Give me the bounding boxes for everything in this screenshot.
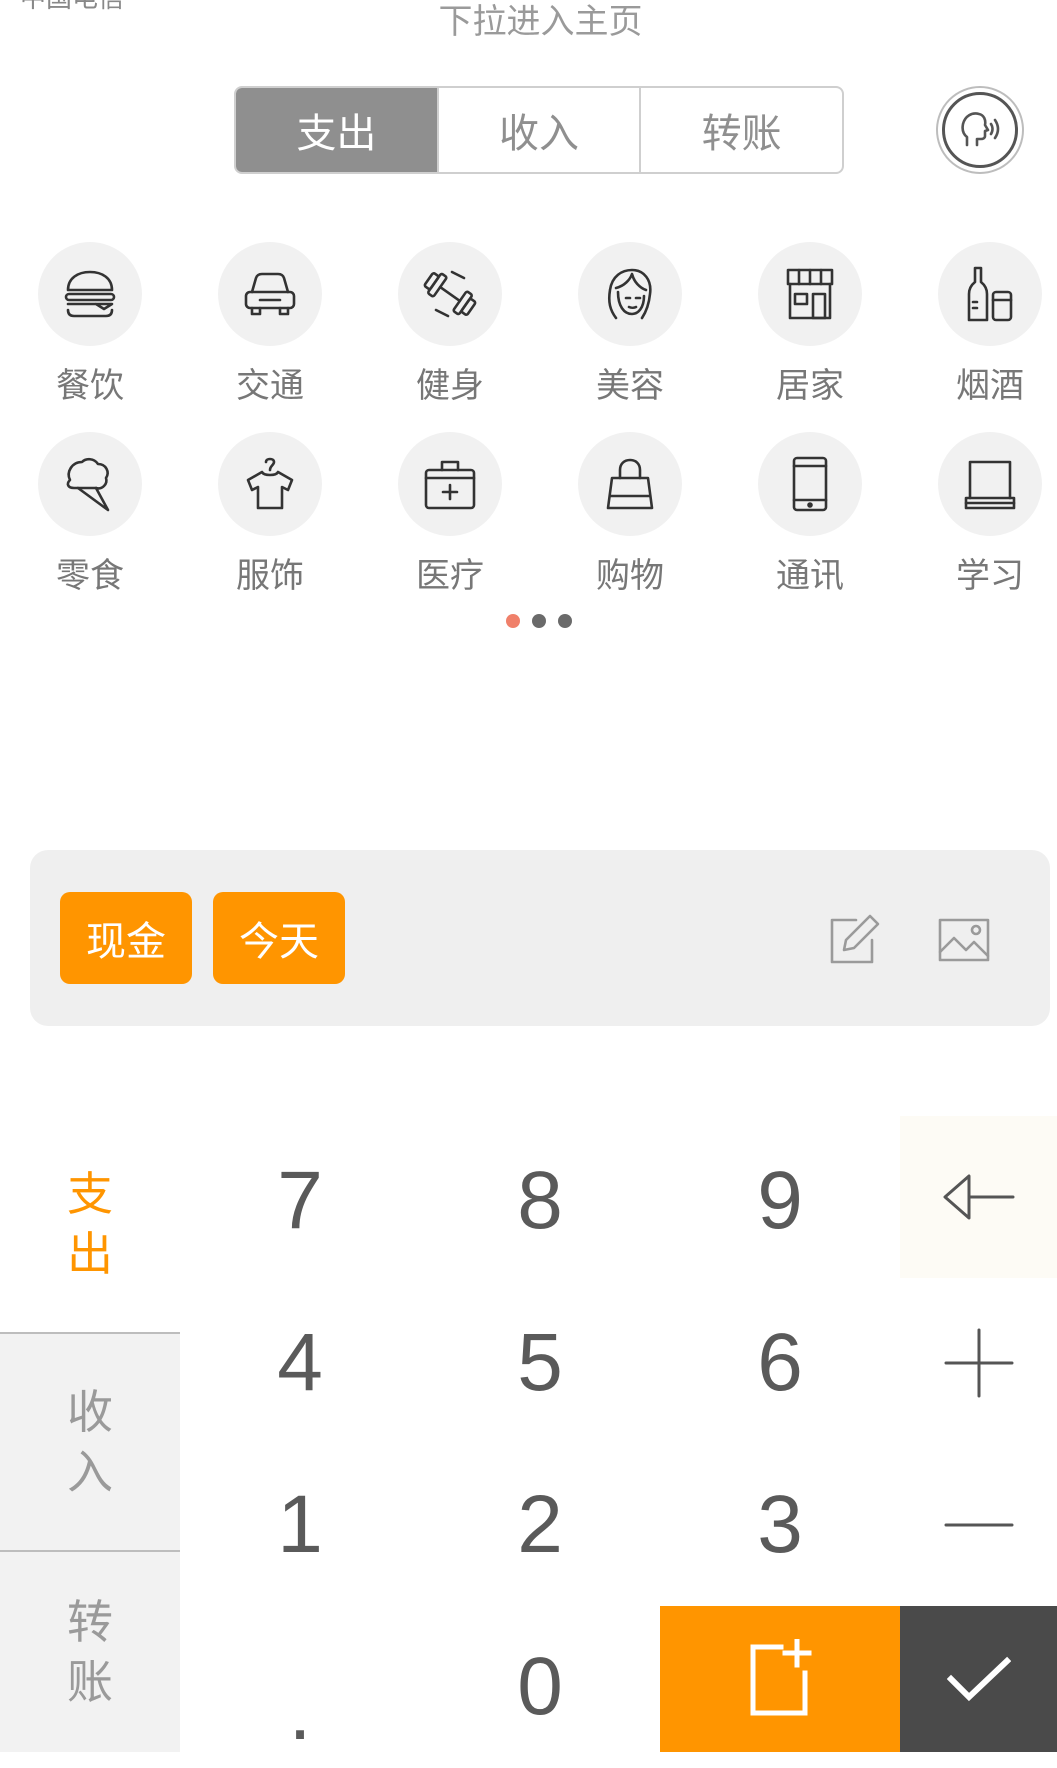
plus-icon: [944, 1328, 1013, 1398]
category-icon-circle: [218, 242, 322, 346]
keypad-tab-char: 收: [67, 1385, 113, 1439]
category-icon-circle: [218, 432, 322, 536]
category-label: 学习: [956, 556, 1024, 596]
note-button[interactable]: [826, 912, 882, 968]
add-another-icon: [750, 1639, 812, 1716]
house-store-icon: [786, 268, 834, 320]
backspace-key[interactable]: [900, 1116, 1057, 1278]
type-tabs: 支出 收入 转账: [234, 86, 844, 174]
photo-button[interactable]: [936, 912, 992, 968]
phone-icon: [792, 456, 828, 512]
category-icon-circle: [758, 432, 862, 536]
book-icon: [964, 460, 1016, 510]
confirm-button[interactable]: [900, 1606, 1057, 1752]
key-2[interactable]: 2: [420, 1444, 660, 1606]
keypad-tab-char: 出: [67, 1227, 113, 1281]
tab-transfer[interactable]: 转账: [639, 88, 842, 172]
key-decimal[interactable]: .: [180, 1606, 420, 1768]
keypad-tab-char: 转: [67, 1595, 113, 1649]
image-icon: [938, 918, 990, 962]
key-6[interactable]: 6: [660, 1282, 900, 1444]
minus-icon: [944, 1523, 1013, 1527]
category-icon-circle: [38, 242, 142, 346]
bottle-icon: [967, 266, 1013, 322]
category-label: 健身: [416, 366, 484, 406]
category-label: 美容: [596, 366, 664, 406]
dumbbell-icon: [423, 270, 477, 318]
shirt-hanger-icon: [246, 457, 294, 510]
key-5[interactable]: 5: [420, 1282, 660, 1444]
category-icon-circle: [398, 432, 502, 536]
minus-key[interactable]: [900, 1444, 1057, 1606]
category-label: 居家: [776, 366, 844, 406]
key-7[interactable]: 7: [180, 1120, 420, 1282]
category-label: 零食: [56, 556, 124, 596]
key-8[interactable]: 8: [420, 1120, 660, 1282]
category-icon-circle: [398, 242, 502, 346]
pull-down-hint: 下拉进入主页: [438, 2, 643, 42]
key-1[interactable]: 1: [180, 1444, 420, 1606]
voice-input-button[interactable]: [936, 86, 1024, 174]
category-medical[interactable]: 医疗: [375, 432, 525, 597]
category-tobacco-alcohol[interactable]: 烟酒: [915, 242, 1057, 407]
category-beauty[interactable]: 美容: [555, 242, 705, 407]
burger-icon: [64, 270, 116, 318]
category-pager: [506, 614, 572, 628]
car-icon: [244, 272, 296, 316]
category-telecom[interactable]: 通讯: [735, 432, 885, 597]
key-0[interactable]: 0: [420, 1606, 660, 1768]
checkmark-icon: [946, 1656, 1011, 1702]
account-chip[interactable]: 现金: [60, 892, 192, 984]
category-icon-circle: [758, 242, 862, 346]
key-3[interactable]: 3: [660, 1444, 900, 1606]
pager-dot[interactable]: [558, 614, 572, 628]
category-icon-circle: [578, 242, 682, 346]
keypad-tab-transfer[interactable]: 转 账: [0, 1550, 180, 1752]
keypad-tab-income[interactable]: 收 入: [0, 1332, 180, 1550]
plus-key[interactable]: [900, 1282, 1057, 1444]
key-9[interactable]: 9: [660, 1120, 900, 1282]
category-label: 烟酒: [956, 366, 1024, 406]
category-label: 通讯: [776, 556, 844, 596]
keypad-tab-expense[interactable]: 支 出: [0, 1116, 180, 1332]
medical-kit-icon: [424, 460, 476, 510]
category-label: 餐饮: [56, 366, 124, 406]
keypad-tab-char: 入: [67, 1445, 113, 1499]
pager-dot-active[interactable]: [506, 614, 520, 628]
category-transport[interactable]: 交通: [195, 242, 345, 407]
tab-income[interactable]: 收入: [436, 88, 640, 172]
woman-face-icon: [607, 268, 652, 320]
category-label: 医疗: [416, 556, 484, 596]
save-and-new-button[interactable]: [660, 1606, 900, 1752]
category-shopping[interactable]: 购物: [555, 432, 705, 597]
category-icon-circle: [938, 432, 1042, 536]
category-fitness[interactable]: 健身: [375, 242, 525, 407]
category-clothing[interactable]: 服饰: [195, 432, 345, 597]
category-icon-circle: [38, 432, 142, 536]
category-home[interactable]: 居家: [735, 242, 885, 407]
key-4[interactable]: 4: [180, 1282, 420, 1444]
pager-dot[interactable]: [532, 614, 546, 628]
category-study[interactable]: 学习: [915, 432, 1057, 597]
voice-speak-icon: [961, 112, 1000, 147]
category-label: 服饰: [236, 556, 304, 596]
backspace-arrow-icon: [943, 1174, 1014, 1220]
keypad-tab-char: 支: [67, 1167, 113, 1221]
category-icon-circle: [938, 242, 1042, 346]
date-chip[interactable]: 今天: [213, 892, 345, 984]
keypad-tab-char: 账: [67, 1655, 113, 1709]
tab-expense[interactable]: 支出: [236, 88, 437, 172]
category-label: 购物: [596, 556, 664, 596]
category-icon-circle: [578, 432, 682, 536]
category-label: 交通: [236, 366, 304, 406]
edit-note-icon: [830, 914, 880, 964]
category-dining[interactable]: 餐饮: [15, 242, 165, 407]
ice-cream-icon: [66, 457, 110, 512]
shopping-bag-icon: [606, 458, 654, 510]
category-snacks[interactable]: 零食: [15, 432, 165, 597]
